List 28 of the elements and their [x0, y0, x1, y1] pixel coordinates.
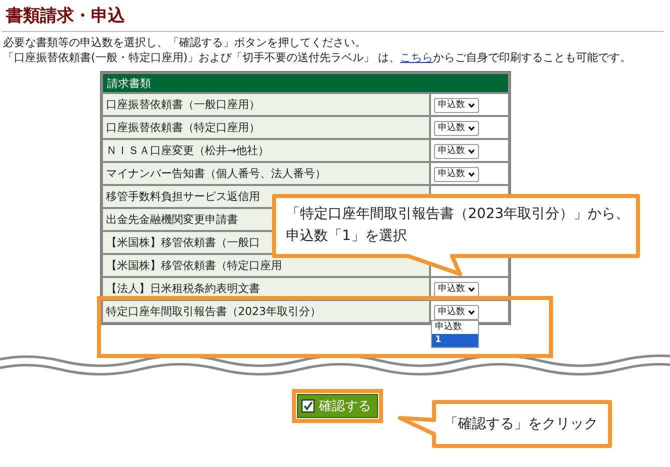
instruction-text: 必要な書類等の申込数を選択し、「確認する」ボタンを押してください。 [3, 35, 367, 50]
document-name-cell: 口座振替依頼書（特定口座用） [103, 117, 429, 138]
quantity-dropdown[interactable]: 申込数 [434, 282, 479, 296]
document-name-cell: 口座振替依頼書（一般口座用） [103, 94, 429, 115]
page-title: 書類請求・申込 [5, 5, 126, 27]
quantity-dropdown[interactable]: 申込数 [434, 166, 479, 182]
caret-icon [468, 102, 475, 108]
document-name-cell: 【米国株】移管依頼書（特定口座用 [103, 255, 429, 276]
callout-text: 「特定口座年間取引報告書（2023年取引分）」から、 申込数「1」を選択 [286, 205, 630, 246]
callout-text: 「確認する」をクリック [444, 415, 598, 434]
quantity-dropdown[interactable]: 申込数 [434, 98, 479, 112]
document-name-cell: マイナンバー告知書（個人番号、法人番号） [103, 163, 429, 184]
caret-icon [468, 148, 475, 154]
print-note-text: 「口座振替依頼書(一般・特定口座用)」および「切手不要の送付先ラベル」 は、こちらからご自身で印刷することも可能です。 [3, 50, 632, 65]
here-link[interactable]: こちら [400, 51, 434, 64]
dropdown-option[interactable]: 1 [432, 334, 478, 347]
table-header: 請求書類 [103, 74, 508, 92]
checkbox-icon [301, 399, 315, 413]
caret-icon [468, 126, 475, 130]
quantity-dropdown[interactable]: 申込数 [434, 144, 479, 158]
caret-icon [468, 286, 475, 292]
document-name-cell: ＮＩＳＡ口座変更（松井→他社） [103, 140, 429, 161]
dropdown-option[interactable]: 申込数 [432, 321, 478, 334]
caret-icon [468, 172, 475, 176]
quantity-dropdown[interactable]: 申込数 [434, 120, 479, 136]
document-name-cell: 特定口座年間取引報告書（2023年取引分） [103, 301, 429, 322]
quantity-dropdown[interactable]: 申込数 [434, 304, 479, 320]
caret-icon [468, 310, 475, 314]
